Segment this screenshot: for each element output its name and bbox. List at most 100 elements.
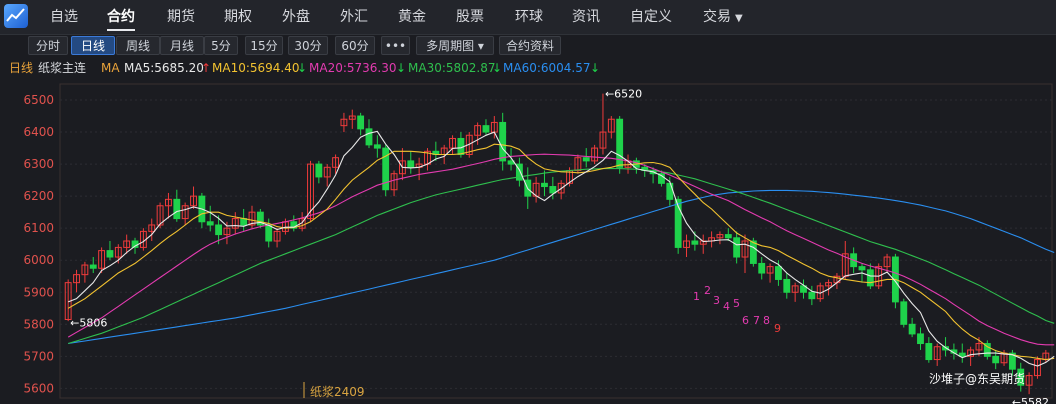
candle-body[interactable] bbox=[691, 240, 699, 245]
ma5-line bbox=[68, 130, 1055, 367]
nav-item-0[interactable]: 自选 bbox=[50, 0, 78, 34]
wave-count-label: 4 bbox=[723, 300, 730, 313]
nav-item-3[interactable]: 期权 bbox=[224, 0, 252, 34]
candle-body[interactable] bbox=[917, 333, 924, 345]
wave-count-label: 9 bbox=[774, 322, 781, 335]
period-toolbar: 分时 日线 周线 月线 5分 15分 30分 60分 ••• 多周期图 ▾ 合约资料 bbox=[0, 35, 1056, 57]
end-low-label: ←5582 bbox=[1012, 396, 1049, 404]
period-button-1[interactable]: 日线 bbox=[71, 36, 115, 55]
candle-body[interactable] bbox=[482, 125, 490, 133]
ma60-down-arrow-icon: ↓ bbox=[590, 61, 601, 75]
period-button-7[interactable]: 60分 bbox=[335, 36, 375, 55]
nav-item-11[interactable]: 交易 ▼ bbox=[703, 0, 743, 34]
wave-count-label: 5 bbox=[733, 297, 740, 310]
indicator-info-bar: 日线 纸浆主连 MA MA5:5685.20 ↑ MA10:5694.40 ↓ … bbox=[0, 59, 1056, 77]
wave-count-label: 3 bbox=[713, 294, 720, 307]
period-button-6[interactable]: 30分 bbox=[288, 36, 328, 55]
candle-body[interactable] bbox=[808, 291, 816, 300]
wave-count-label: 7 bbox=[753, 314, 760, 327]
wave-count-label: 1 bbox=[693, 290, 700, 303]
nav-item-label: 期货 bbox=[167, 9, 195, 25]
y-tick-label: 5800 bbox=[23, 317, 54, 331]
contract-name: 纸浆主连 bbox=[38, 61, 87, 75]
period-label: 日线 bbox=[9, 61, 34, 75]
nav-item-8[interactable]: 环球 bbox=[515, 0, 543, 34]
y-tick-label: 5900 bbox=[23, 285, 54, 299]
app-logo-icon[interactable] bbox=[4, 4, 28, 28]
nav-item-2[interactable]: 期货 bbox=[167, 0, 195, 34]
candle-body[interactable] bbox=[407, 160, 415, 168]
period-button-3[interactable]: 月线 bbox=[160, 36, 204, 55]
candle-body[interactable] bbox=[783, 278, 791, 293]
nav-item-label: 资讯 bbox=[572, 9, 600, 25]
candle-body[interactable] bbox=[549, 186, 557, 194]
candle-body[interactable] bbox=[758, 262, 766, 274]
period-button-9[interactable]: 多周期图 ▾ bbox=[416, 36, 494, 55]
wave-count-label: 2 bbox=[704, 284, 711, 297]
candle-body[interactable] bbox=[373, 144, 381, 149]
y-tick-label: 6300 bbox=[23, 157, 54, 171]
nav-item-6[interactable]: 黄金 bbox=[398, 0, 426, 34]
ma30-value: MA30:5802.87 bbox=[408, 61, 496, 75]
candle-body[interactable] bbox=[925, 343, 933, 361]
nav-item-label: 交易 bbox=[703, 9, 731, 25]
period-button-0[interactable]: 分时 bbox=[28, 36, 68, 55]
top-nav-bar: 自选 合约 期货 期权 外盘 外汇 黄金 股票 环球 资讯 自定义 交易 ▼ bbox=[0, 0, 1056, 35]
y-tick-label: 6000 bbox=[23, 253, 54, 267]
candle-body[interactable] bbox=[89, 264, 97, 269]
nav-item-1[interactable]: 合约 bbox=[107, 0, 135, 34]
start-low-label: ←5806 bbox=[70, 316, 107, 329]
y-tick-label: 5700 bbox=[23, 349, 54, 363]
period-button-10[interactable]: 合约资料 bbox=[499, 36, 561, 55]
high-price-label: ←6520 bbox=[605, 88, 642, 101]
candle-body[interactable] bbox=[582, 157, 590, 162]
candle-body[interactable] bbox=[666, 182, 674, 200]
nav-item-label: 环球 bbox=[515, 9, 543, 25]
nav-item-10[interactable]: 自定义 bbox=[630, 0, 672, 34]
candle-body[interactable] bbox=[775, 266, 782, 280]
y-tick-label: 6200 bbox=[23, 189, 54, 203]
candle-body[interactable] bbox=[908, 323, 916, 335]
nav-item-9[interactable]: 资讯 bbox=[572, 0, 600, 34]
candle-body[interactable] bbox=[106, 250, 114, 258]
ma5-up-arrow-icon: ↑ bbox=[201, 61, 212, 75]
wave-count-label: 6 bbox=[742, 314, 749, 327]
y-tick-label: 5600 bbox=[23, 381, 54, 395]
period-button-5[interactable]: 15分 bbox=[245, 36, 283, 55]
candle-body[interactable] bbox=[206, 221, 214, 226]
nav-item-label: 外汇 bbox=[340, 9, 368, 25]
candle-body[interactable] bbox=[724, 234, 732, 239]
period-button-2[interactable]: 周线 bbox=[116, 36, 160, 55]
y-tick-label: 6100 bbox=[23, 221, 54, 235]
candle-body[interactable] bbox=[541, 182, 548, 188]
period-button-8[interactable]: ••• bbox=[381, 36, 410, 55]
nav-item-label: 黄金 bbox=[398, 9, 426, 25]
candle-body[interactable] bbox=[365, 128, 373, 146]
period-button-4[interactable]: 5分 bbox=[204, 36, 238, 55]
ma20-value: MA20:5736.30 bbox=[309, 61, 397, 75]
candle-body[interactable] bbox=[315, 163, 323, 178]
nav-item-label: 股票 bbox=[456, 9, 484, 25]
candle-body[interactable] bbox=[900, 301, 908, 325]
candle-body[interactable] bbox=[357, 115, 365, 130]
ma-label: MA bbox=[101, 61, 120, 75]
nav-item-7[interactable]: 股票 bbox=[456, 0, 484, 34]
candle-body[interactable] bbox=[866, 269, 874, 287]
nav-item-4[interactable]: 外盘 bbox=[282, 0, 310, 34]
nav-item-label: 外盘 bbox=[282, 9, 310, 25]
candle-body[interactable] bbox=[215, 224, 223, 236]
wave-count-label: 8 bbox=[763, 314, 770, 327]
candle-body[interactable] bbox=[499, 121, 507, 162]
candle-body[interactable] bbox=[992, 355, 1000, 364]
candle-body[interactable] bbox=[749, 240, 757, 264]
candle-body[interactable] bbox=[858, 266, 866, 271]
candle-body[interactable] bbox=[733, 237, 741, 258]
candle-body[interactable] bbox=[265, 224, 273, 242]
ma60-value: MA60:6004.57 bbox=[503, 61, 591, 75]
nav-item-5[interactable]: 外汇 bbox=[340, 0, 368, 34]
candle-body[interactable] bbox=[173, 198, 181, 220]
ma10-down-arrow-icon: ↓ bbox=[297, 61, 308, 75]
candlestick-chart[interactable]: 5600 5700 5800 5900 6000 6100 6200 6300 6400 6500… bbox=[0, 78, 1056, 404]
nav-item-label: 自定义 bbox=[630, 9, 672, 25]
ma20-down-arrow-icon: ↓ bbox=[396, 61, 407, 75]
